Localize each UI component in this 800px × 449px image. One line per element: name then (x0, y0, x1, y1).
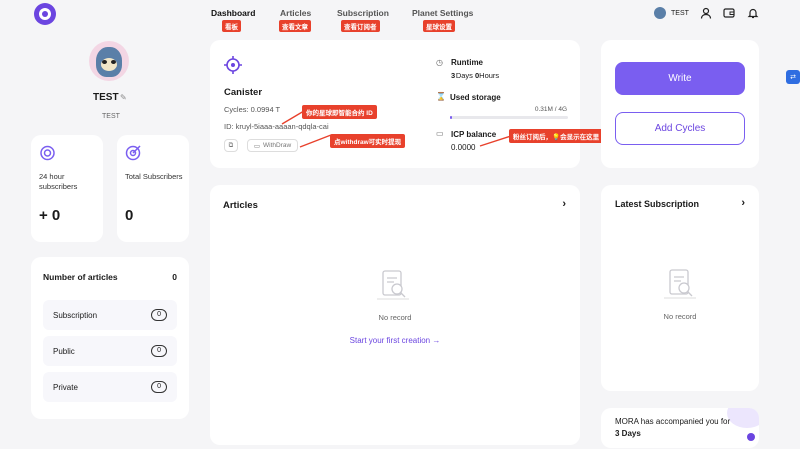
wallet-small-icon: ▭ (253, 142, 260, 150)
target-icon (125, 145, 141, 161)
row-count: 0 (151, 309, 167, 321)
wallet-icon[interactable] (723, 7, 735, 19)
total-subscribers-value: 0 (125, 207, 134, 224)
edit-name-icon[interactable]: ✎ (120, 93, 127, 102)
copy-id-button[interactable]: ⧉ (224, 139, 238, 152)
mini-logo (747, 433, 755, 441)
annotation-arrow-withdraw (299, 134, 332, 148)
copy-icon: ⧉ (228, 141, 234, 149)
articles-row-public[interactable]: Public 0 (43, 336, 177, 366)
latest-subscription-empty-text: No record (663, 312, 697, 321)
articles-count-title: Number of articles (43, 272, 118, 282)
subscribers-24h-label: 24 hour subscribers (39, 172, 78, 191)
row-label: Private (53, 382, 78, 392)
accompany-line1: MORA has accompanied you for (615, 417, 731, 426)
latest-subscription-card: Latest Subscription › No record (601, 185, 759, 391)
latest-subscription-title: Latest Subscription (615, 199, 700, 209)
runtime-label: Runtime (451, 58, 483, 67)
canister-title: Canister (224, 87, 263, 98)
decoration (727, 408, 759, 428)
nav-planet-settings[interactable]: Planet Settings (412, 8, 473, 18)
mora-logo[interactable] (34, 3, 56, 25)
icp-value: 0.0000 (451, 143, 476, 152)
storage-label: Used storage (450, 93, 501, 102)
articles-count-total: 0 (172, 272, 177, 282)
total-subscribers-card: Total Subscribers 0 (117, 135, 189, 242)
empty-document-icon (377, 270, 409, 300)
user-icon[interactable] (700, 7, 712, 19)
bell-icon[interactable] (747, 7, 759, 19)
hourglass-icon: ⌛ (436, 92, 446, 101)
withdraw-annotation: 点withdraw可实时提现 (330, 134, 406, 148)
header-avatar[interactable] (654, 7, 666, 19)
canister-id-annotation: 你的星球即智能合约 ID (302, 105, 377, 119)
add-cycles-button[interactable]: Add Cycles (615, 112, 745, 145)
row-count: 0 (151, 345, 167, 357)
header-username[interactable]: TEST (671, 10, 689, 17)
broadcast-icon (40, 145, 55, 161)
write-button[interactable]: Write (615, 62, 745, 95)
articles-panel-title: Articles (223, 200, 258, 211)
nav-subscription-annotation: 查看订阅者 (341, 20, 380, 32)
canister-cycles: Cycles: 0.0994 T (224, 105, 281, 114)
bulb-icon: 💡 (552, 134, 561, 141)
row-count: 0 (151, 381, 167, 393)
articles-chevron-icon[interactable]: › (562, 198, 566, 210)
runtime-days-unit: Days (455, 71, 473, 80)
runtime-value: 3 Days 0Hours (451, 71, 499, 80)
row-label: Subscription (53, 310, 98, 320)
total-subscribers-label: Total Subscribers (125, 172, 183, 181)
nav-subscription[interactable]: Subscription (337, 8, 389, 18)
actions-card: Write Add Cycles (601, 40, 759, 168)
articles-count-card: Number of articles 0 Subscription 0 Publi… (31, 257, 189, 419)
profile-handle: TEST (102, 113, 120, 120)
nav-articles[interactable]: Articles (280, 8, 311, 18)
withdraw-button[interactable]: ▭ WithDraw (247, 139, 298, 152)
accompany-card: MORA has accompanied you for 3 Days (601, 408, 759, 448)
articles-empty-text: No record (378, 313, 412, 322)
articles-panel: Articles › No record Start your first cr… (210, 185, 580, 445)
subscribers-24h-value: + 0 (39, 207, 61, 224)
storage-value: 0.31M / 4G (534, 106, 567, 113)
accompany-days: 3 Days (615, 429, 641, 438)
runtime-hours-unit: Hours (479, 71, 500, 80)
wallet-icon-small: ▭ (436, 129, 444, 138)
articles-row-subscription[interactable]: Subscription 0 (43, 300, 177, 330)
empty-document-icon (664, 269, 696, 299)
articles-row-private[interactable]: Private 0 (43, 372, 177, 402)
nav-dashboard[interactable]: Dashboard (211, 8, 255, 18)
nav-articles-annotation: 查看文章 (279, 20, 311, 32)
storage-progress (450, 116, 568, 119)
translate-widget-icon[interactable]: ⇄ (786, 70, 800, 84)
profile-name: TEST (93, 92, 119, 103)
subscribers-24h-card: 24 hour subscribers + 0 (31, 135, 103, 242)
canister-card: Canister Cycles: 0.0994 T ID: kruyl-5iaa… (210, 40, 604, 168)
nav-dashboard-annotation: 看板 (222, 20, 241, 32)
canister-id: ID: kruyl-5iaaa-aaaan-qdqla-cai (224, 122, 329, 131)
annotation-arrow-icp (479, 135, 512, 147)
icp-annotation: 粉丝订阅后，💡会显示在这里 (509, 129, 604, 143)
row-label: Public (53, 346, 75, 356)
profile-avatar[interactable] (89, 41, 129, 81)
start-creation-link[interactable]: Start your first creation → (210, 336, 580, 345)
runtime-days: 3 (451, 71, 456, 80)
nav-planet-settings-annotation: 星球设置 (423, 20, 455, 32)
withdraw-label: WithDraw (262, 142, 292, 149)
clock-icon: ◷ (436, 58, 443, 67)
crosshair-icon (224, 56, 242, 74)
latest-subscription-chevron-icon[interactable]: › (741, 197, 745, 209)
